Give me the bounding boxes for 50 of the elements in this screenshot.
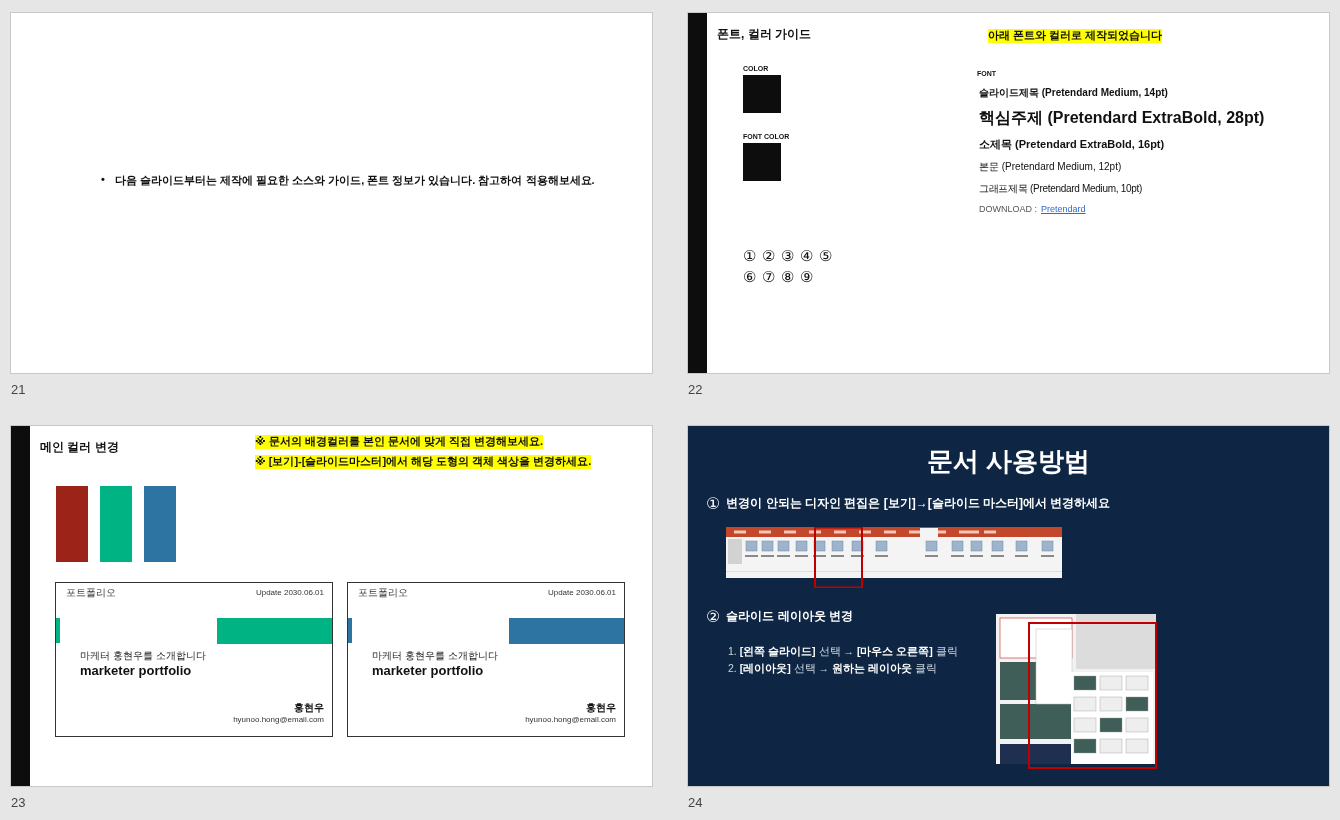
download-label: DOWNLOAD : [979, 204, 1037, 214]
step-text: 슬라이드 레이아웃 변경 [726, 608, 853, 625]
circled-number: ③ [781, 247, 794, 267]
highlighted-note: 아래 폰트와 컬러로 제작되었습니다 [988, 29, 1163, 43]
cover-subtitle: 마케터 홍현우를 소개합니다 [80, 649, 206, 663]
cover-label: 포트폴리오 [358, 586, 408, 600]
highlighted-note: ※ [보기]-[슬라이드마스터]에서 해당 도형의 객체 색상을 변경하세요. [255, 454, 592, 469]
circled-number: ⑨ [800, 268, 813, 288]
slide-title: 폰트, 컬러 가이드 [717, 26, 811, 43]
circled-number: ④ [800, 247, 813, 267]
cover-subtitle: 마케터 홍현우를 소개합니다 [372, 649, 498, 663]
author-email: hyunoo.hong@email.com [525, 715, 616, 724]
download-link[interactable]: Pretendard [1041, 204, 1086, 214]
cover-title: marketer portfolio [372, 663, 484, 678]
author-name: 홍현우 [294, 701, 324, 715]
step-number: ② [706, 607, 721, 626]
font-sample: 소제목 (Pretendard ExtraBold, 16pt) [979, 137, 1166, 152]
slide-thumbnail[interactable]: 문서 사용방법 ① 변경이 안되는 디자인 편집은 [보기]→[슬라이드 마스터]에서 변경하세요 ② 슬라이드 레이아웃 변경 1. [왼쪽 슬라이드] 선택 → [마우스 오른쪽] 클릭 2. [레이아웃] 선택 → 원하는 레이아웃 클릭 [688, 426, 1329, 786]
author-name: 홍현우 [586, 701, 616, 715]
font-sample: 그래프제목 (Pretendard Medium, 10pt) [979, 182, 1143, 196]
bullet-mark: • [101, 173, 105, 187]
font-sample: 슬라이드제목 (Pretendard Medium, 14pt) [979, 86, 1169, 100]
slide-number: 22 [688, 382, 704, 397]
step-text: 변경이 안되는 디자인 편집은 [보기]→[슬라이드 마스터]에서 변경하세요 [726, 495, 1111, 512]
circled-number: ① [743, 247, 756, 267]
font-sample: 핵심주제 (Pretendard ExtraBold, 28pt) [979, 108, 1265, 128]
update-date: Update 2030.06.01 [547, 588, 616, 597]
instruction-item: 2. [레이아웃] 선택 → 원하는 레이아웃 클릭 [728, 661, 938, 676]
highlighted-note: ※ 문서의 배경컬러를 본인 문서에 맞게 직접 변경해보세요. [255, 435, 544, 449]
slide-title: 메인 컬러 변경 [40, 439, 119, 456]
slide-thumbnail[interactable]: • 다음 슬라이드부터는 제작에 필요한 소스와 가이드, 폰트 정보가 있습니다. 참고하여 적용해보세요. [11, 13, 652, 373]
cover-label: 포트폴리오 [66, 586, 116, 600]
cover-title: marketer portfolio [80, 663, 192, 678]
slide-number: 21 [11, 382, 27, 397]
font-sample: 본문 (Pretendard Medium, 12pt) [979, 160, 1123, 174]
instruction-item: 1. [왼쪽 슬라이드] 선택 → [마우스 오른쪽] 클릭 [728, 644, 958, 659]
circled-number: ⑦ [762, 268, 775, 288]
update-date: Update 2030.06.01 [255, 588, 324, 597]
slide-number: 23 [11, 795, 27, 810]
author-email: hyunoo.hong@email.com [233, 715, 324, 724]
slide-thumbnail[interactable] [11, 426, 652, 786]
circled-number: ⑤ [819, 247, 832, 267]
step-number: ① [706, 494, 721, 513]
bullet-text: 다음 슬라이드부터는 제작에 필요한 소스와 가이드, 폰트 정보가 있습니다. 참고하여 적용해보세요. [114, 173, 595, 188]
circled-number: ② [762, 247, 775, 267]
slide-number: 24 [688, 795, 704, 810]
slide-title: 문서 사용방법 [926, 445, 1091, 478]
slide-thumbnail[interactable] [688, 13, 1329, 373]
circled-number: ⑧ [781, 268, 794, 288]
circled-number: ⑥ [743, 268, 756, 288]
